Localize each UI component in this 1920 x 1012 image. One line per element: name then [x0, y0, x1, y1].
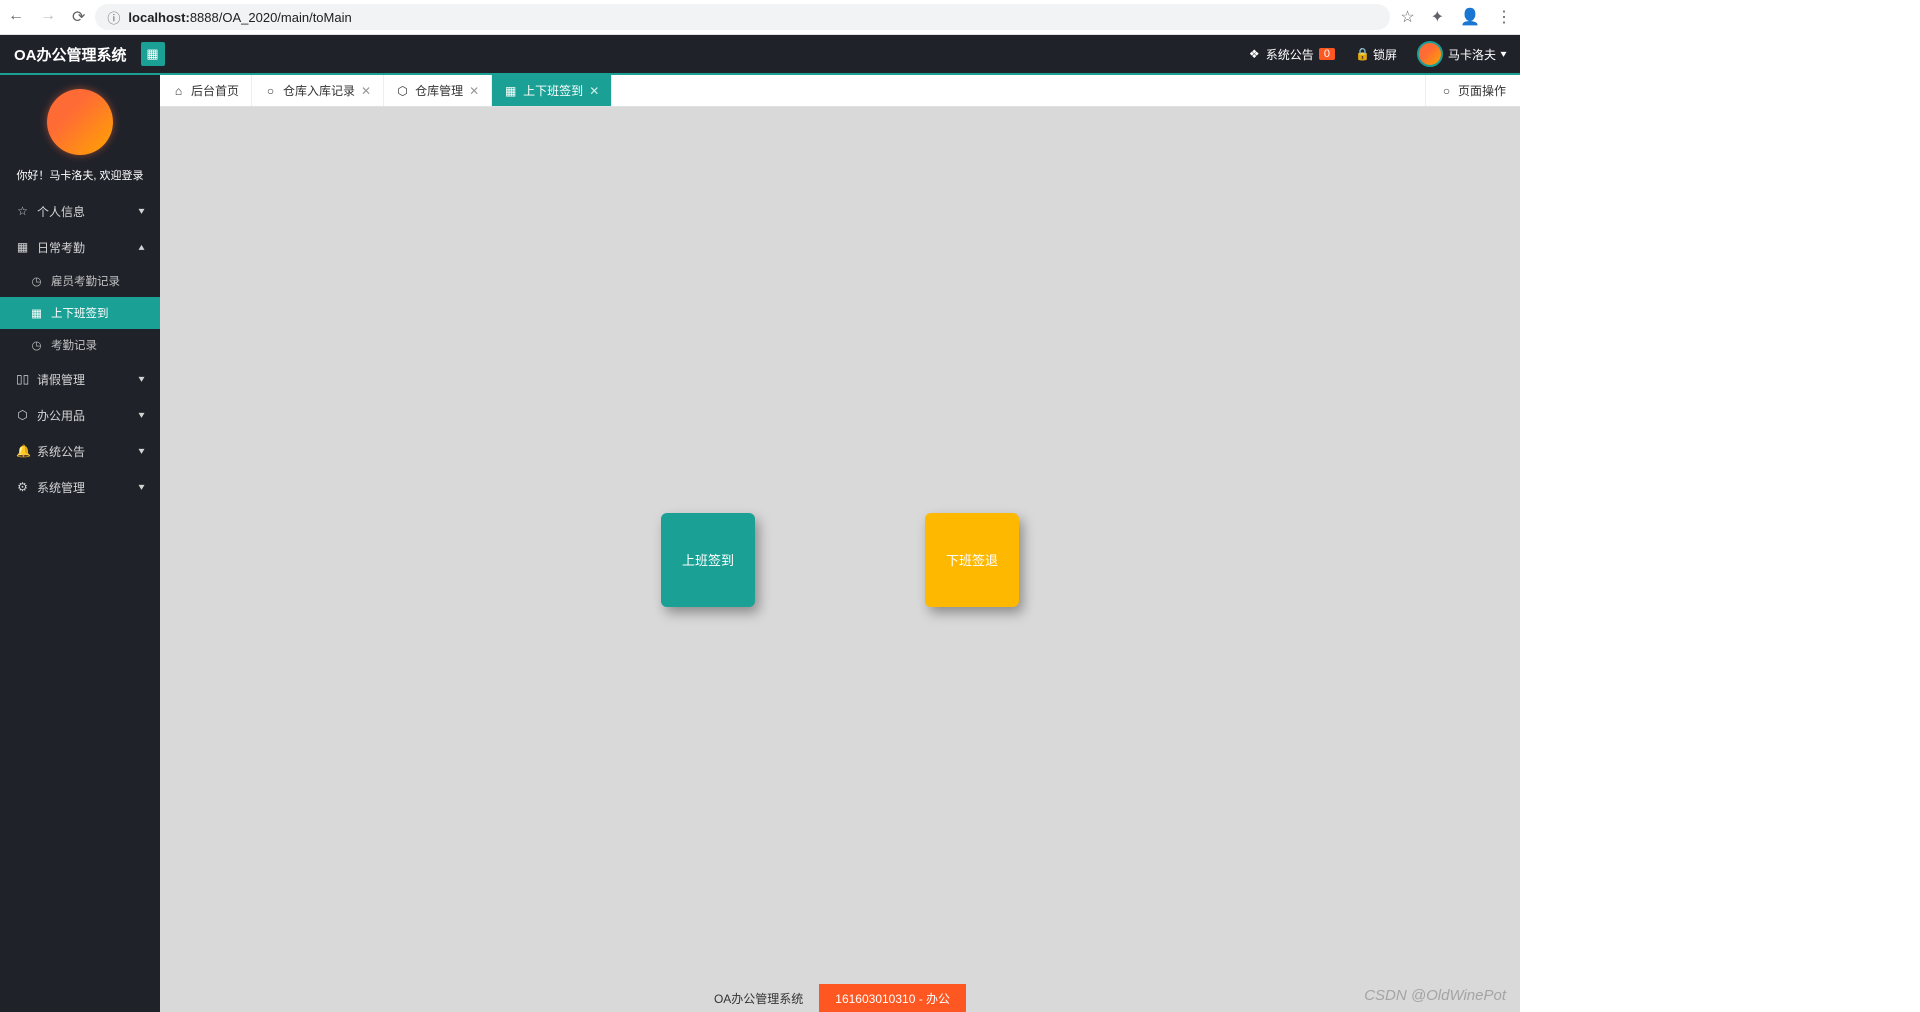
chevron-down-icon: ▾: [138, 374, 144, 385]
app-header: OA办公管理系统 ▦ ❖ 系统公告 0 🔒 锁屏 马卡洛夫 ▾: [0, 35, 1520, 75]
sidebar-item-label: 个人信息: [37, 203, 85, 220]
checkin-button[interactable]: 上班签到: [661, 513, 755, 607]
tab-home[interactable]: ⌂ 后台首页: [160, 75, 252, 106]
sidebar-item-label: 办公用品: [37, 407, 85, 424]
sidebar-subitem-log[interactable]: ◷ 考勤记录: [0, 329, 160, 361]
star-icon: ☆: [16, 204, 29, 218]
avatar-large[interactable]: [47, 89, 113, 155]
announcement-label: 系统公告: [1266, 46, 1314, 63]
watermark: CSDN @OldWinePot: [1364, 987, 1506, 1004]
gear-icon: ⚙: [16, 480, 29, 494]
menu-icon[interactable]: ⋮: [1496, 7, 1512, 27]
footer: OA办公管理系统 161603010310 - 办公: [160, 984, 1520, 1012]
content-pane: 上班签到 下班签退 OA办公管理系统 161603010310 - 办公 CSD…: [160, 107, 1520, 1012]
sidebar-item-attendance[interactable]: ▦ 日常考勤 ▴: [0, 229, 160, 265]
sidebar-item-supplies[interactable]: ⬡ 办公用品 ▾: [0, 397, 160, 433]
clock-icon: ◷: [30, 274, 43, 288]
main-area: ⌂ 后台首页 ○ 仓库入库记录 ✕ ⬡ 仓库管理 ✕ ▦ 上下班签到 ✕ ○ 页…: [160, 75, 1520, 1012]
extensions-icon[interactable]: ✦: [1431, 7, 1444, 27]
calendar-icon: ▦: [16, 240, 29, 254]
tab-bar: ⌂ 后台首页 ○ 仓库入库记录 ✕ ⬡ 仓库管理 ✕ ▦ 上下班签到 ✕ ○ 页…: [160, 75, 1520, 107]
sidebar-item-label: 日常考勤: [37, 239, 85, 256]
close-icon[interactable]: ✕: [589, 84, 599, 98]
app-title: OA办公管理系统: [14, 44, 127, 65]
sidebar-item-system[interactable]: ⚙ 系统管理 ▾: [0, 469, 160, 505]
sidebar-subitem-checkin[interactable]: ▦ 上下班签到: [0, 297, 160, 329]
browser-toolbar: ← → ⟳ ⓘ localhost:8888/OA_2020/main/toMa…: [0, 0, 1520, 35]
home-icon: ⌂: [172, 84, 185, 98]
sidebar-item-label: 上下班签到: [51, 305, 109, 321]
chevron-up-icon: ▴: [138, 242, 144, 253]
chevron-down-icon: ▾: [138, 206, 144, 217]
announcement-icon: ❖: [1248, 47, 1261, 61]
forward-button[interactable]: →: [40, 7, 56, 27]
sidebar-item-label: 考勤记录: [51, 337, 97, 353]
checkout-button-label: 下班签退: [946, 550, 998, 569]
circle-icon: ○: [1440, 84, 1453, 98]
url-path: 8888/OA_2020/main/toMain: [190, 10, 352, 25]
header-lock[interactable]: 🔒 锁屏: [1355, 46, 1397, 63]
sidebar: 你好！马卡洛夫, 欢迎登录 ☆ 个人信息 ▾ ▦ 日常考勤 ▴ ◷ 雇员考勤记录 ▦ 上…: [0, 75, 160, 1012]
url-host: localhost:: [128, 10, 189, 25]
sidebar-item-label: 雇员考勤记录: [51, 273, 120, 289]
sidebar-item-leave[interactable]: ▯▯ 请假管理 ▾: [0, 361, 160, 397]
avatar: [1417, 41, 1443, 67]
sidebar-item-label: 系统公告: [37, 443, 85, 460]
checkin-button-label: 上班签到: [682, 550, 734, 569]
page-operations[interactable]: ○ 页面操作: [1425, 75, 1520, 106]
sidebar-item-label: 请假管理: [37, 371, 85, 388]
tab-warehouse-mgmt[interactable]: ⬡ 仓库管理 ✕: [384, 75, 492, 106]
footer-title: OA办公管理系统: [714, 990, 803, 1007]
tab-label: 后台首页: [191, 82, 239, 99]
header-announcement[interactable]: ❖ 系统公告 0: [1248, 46, 1335, 63]
username: 马卡洛夫: [1448, 46, 1496, 63]
back-button[interactable]: ←: [8, 7, 24, 27]
sidebar-item-personal[interactable]: ☆ 个人信息 ▾: [0, 193, 160, 229]
sidebar-subitem-records[interactable]: ◷ 雇员考勤记录: [0, 265, 160, 297]
sidebar-user-section: 你好！马卡洛夫, 欢迎登录: [0, 75, 160, 193]
bell-icon: 🔔: [16, 444, 29, 458]
clock-icon: ◷: [30, 338, 43, 352]
footer-badge: 161603010310 - 办公: [819, 984, 966, 1012]
cube-icon: ⬡: [396, 84, 409, 98]
pause-icon: ▯▯: [16, 372, 29, 386]
chevron-down-icon: ▾: [138, 482, 144, 493]
chevron-down-icon: ▾: [138, 446, 144, 457]
sidebar-item-notice[interactable]: 🔔 系统公告 ▾: [0, 433, 160, 469]
chevron-down-icon: ▾: [138, 410, 144, 421]
close-icon[interactable]: ✕: [361, 84, 371, 98]
grid-icon: ▦: [504, 84, 517, 98]
address-bar[interactable]: ⓘ localhost:8888/OA_2020/main/toMain: [95, 4, 1390, 30]
close-icon[interactable]: ✕: [469, 84, 479, 98]
welcome-text: 你好！马卡洛夫, 欢迎登录: [0, 167, 160, 183]
circle-icon: ○: [264, 84, 277, 98]
checkout-button[interactable]: 下班签退: [925, 513, 1019, 607]
apps-grid-icon[interactable]: ▦: [141, 42, 165, 66]
sidebar-item-label: 系统管理: [37, 479, 85, 496]
lock-icon: 🔒: [1355, 47, 1368, 61]
bookmark-icon[interactable]: ☆: [1400, 7, 1414, 27]
site-info-icon: ⓘ: [107, 8, 120, 27]
lock-label: 锁屏: [1373, 46, 1397, 63]
grid-icon: ▦: [30, 306, 43, 320]
tab-label: 上下班签到: [523, 82, 583, 99]
reload-button[interactable]: ⟳: [72, 7, 85, 27]
chevron-down-icon: ▾: [1500, 49, 1506, 60]
tab-label: 仓库入库记录: [283, 82, 355, 99]
header-user[interactable]: 马卡洛夫 ▾: [1417, 41, 1506, 67]
profile-icon[interactable]: 👤: [1460, 7, 1480, 27]
tab-warehouse-in[interactable]: ○ 仓库入库记录 ✕: [252, 75, 384, 106]
announcement-badge: 0: [1319, 48, 1335, 60]
page-ops-label: 页面操作: [1458, 82, 1506, 99]
tab-label: 仓库管理: [415, 82, 463, 99]
tab-checkin[interactable]: ▦ 上下班签到 ✕: [492, 75, 612, 106]
cube-icon: ⬡: [16, 408, 29, 422]
